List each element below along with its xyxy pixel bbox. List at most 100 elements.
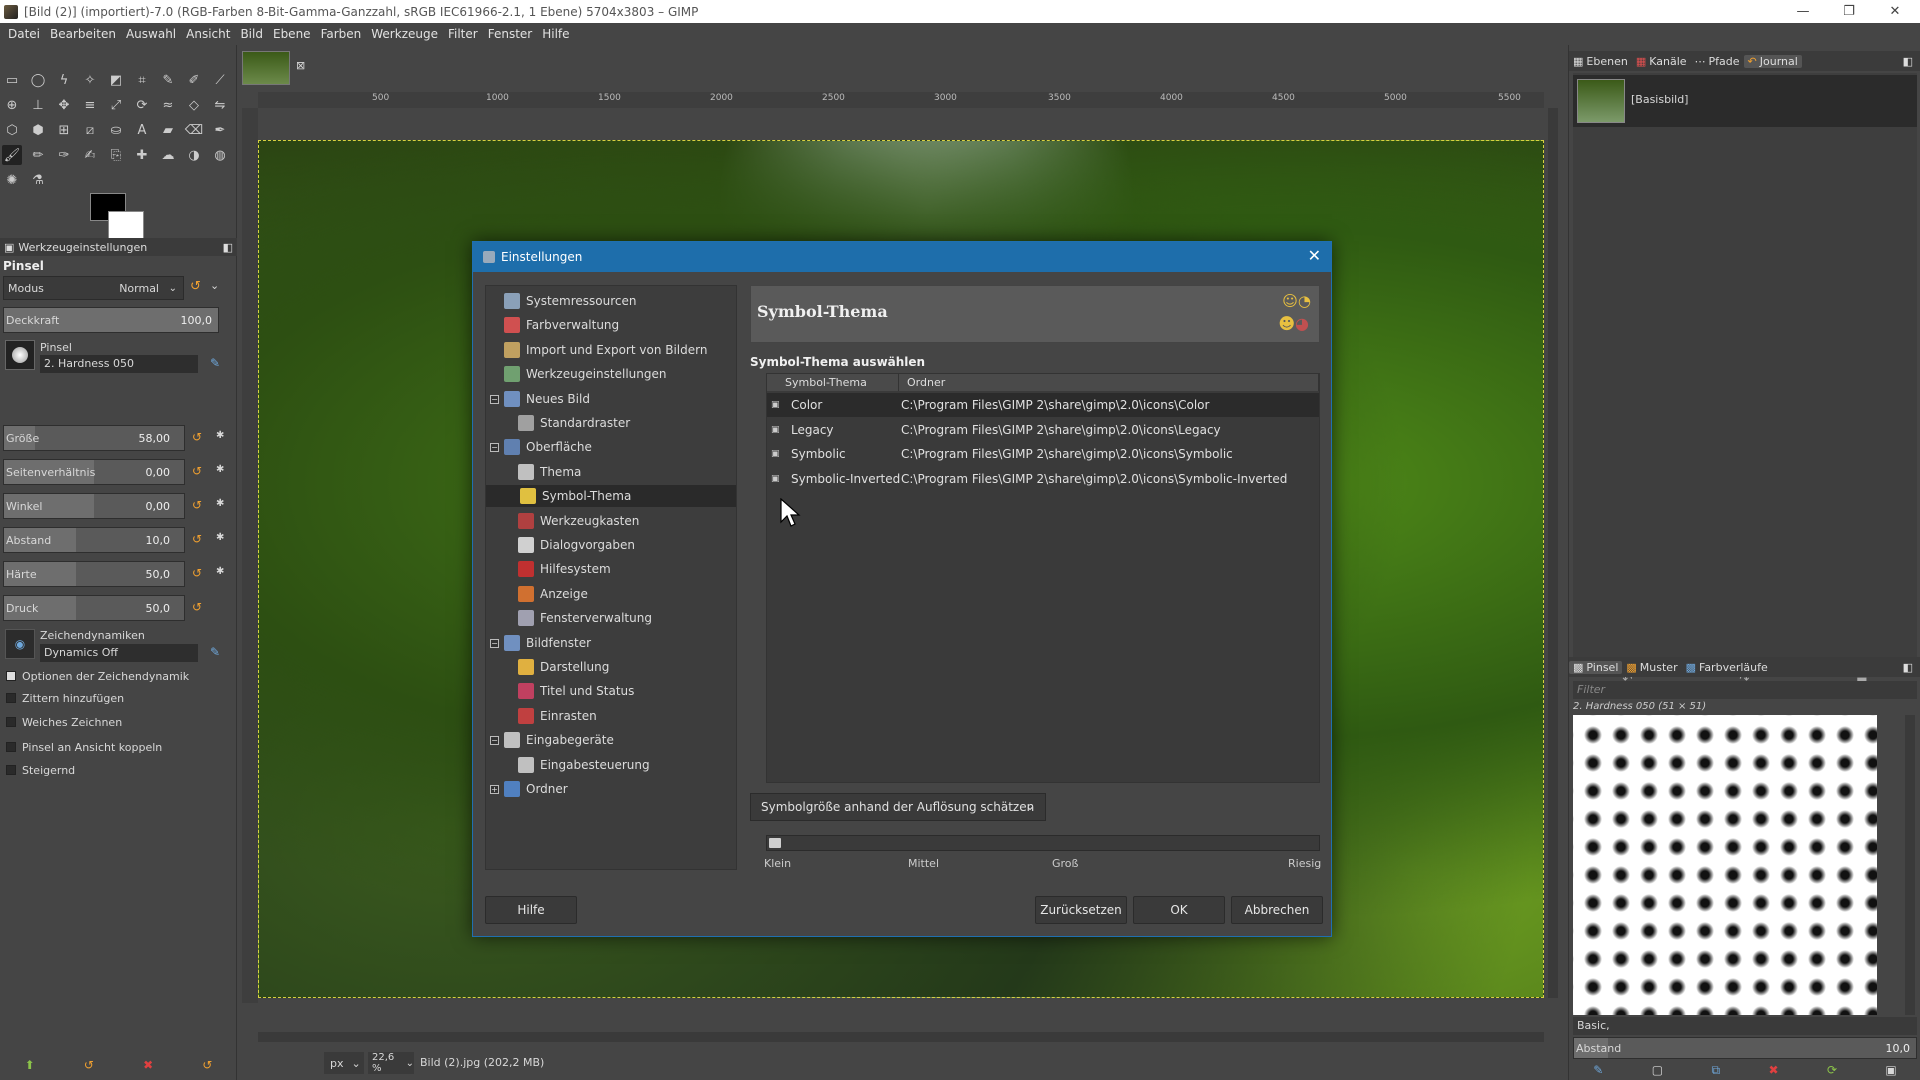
link-spacing-icon[interactable]: ✱ bbox=[216, 532, 224, 543]
brush-grid[interactable] bbox=[1573, 715, 1877, 1015]
dynamics-options-expander[interactable]: Optionen der Zeichendynamik bbox=[6, 667, 206, 685]
reset-pressure-icon[interactable]: ↺ bbox=[192, 600, 202, 614]
tab-gradients[interactable]: ▩ Farbverläufe bbox=[1682, 661, 1772, 674]
duplicate-brush-icon[interactable]: ⧉ bbox=[1711, 1063, 1720, 1078]
transform-icon[interactable]: ⤢ bbox=[106, 95, 126, 115]
menu-select[interactable]: Auswahl bbox=[122, 27, 180, 41]
zoom-icon[interactable]: ⊕ bbox=[2, 95, 22, 115]
tree-item[interactable]: Darstellung bbox=[518, 656, 609, 678]
brush-preset-field[interactable]: Basic, bbox=[1573, 1017, 1917, 1035]
menu-windows[interactable]: Fenster bbox=[484, 27, 537, 41]
theme-row[interactable]: ▣ Symbolic-Inverted C:\Program Files\GIMP … bbox=[767, 467, 1319, 491]
bucket-fill-icon[interactable]: ⛀ bbox=[106, 120, 126, 140]
brush-spacing-slider[interactable]: Abstand 10,0 bbox=[1573, 1037, 1917, 1059]
incremental-checkbox[interactable]: Steigernd bbox=[6, 761, 206, 779]
delete-brush-icon[interactable]: ✖ bbox=[1768, 1063, 1778, 1077]
warp-icon[interactable]: ≈ bbox=[158, 95, 178, 115]
reset-options-icon[interactable]: ↺ bbox=[202, 1058, 212, 1072]
tree-item[interactable]: Anzeige bbox=[518, 583, 588, 605]
rect-select-icon[interactable]: ▭ bbox=[2, 70, 22, 90]
menu-file[interactable]: Datei bbox=[4, 27, 44, 41]
foreground-select-icon[interactable]: ◩ bbox=[106, 70, 126, 90]
panel-menu-icon[interactable]: ◧ bbox=[1899, 55, 1917, 68]
shear-icon[interactable]: ⧄ bbox=[80, 120, 100, 140]
estimate-icon-size-button[interactable]: Symbolgröße anhand der Auflösung schätze… bbox=[750, 793, 1046, 821]
mode-select[interactable]: Modus Normal ⌄ bbox=[3, 276, 184, 300]
reset-spacing-icon[interactable]: ↺ bbox=[192, 532, 202, 546]
mypaint-brush-icon[interactable]: ✍ bbox=[80, 145, 100, 165]
close-window-icon[interactable]: ✕ bbox=[1872, 0, 1918, 23]
menu-colors[interactable]: Farben bbox=[317, 27, 366, 41]
menu-edit[interactable]: Bearbeiten bbox=[46, 27, 120, 41]
horizontal-scrollbar[interactable] bbox=[258, 1032, 1544, 1042]
panel-menu-icon[interactable]: ◧ bbox=[1899, 661, 1917, 674]
smooth-checkbox[interactable]: Weiches Zeichnen bbox=[6, 713, 206, 731]
delete-preset-icon[interactable]: ✖ bbox=[143, 1058, 153, 1072]
perspective-icon[interactable]: ◇ bbox=[184, 95, 204, 115]
tree-item[interactable]: Eingabesteuerung bbox=[518, 754, 650, 776]
jitter-checkbox[interactable]: Zittern hinzufügen bbox=[6, 689, 206, 707]
open-as-image-icon[interactable]: ▣ bbox=[1885, 1063, 1896, 1077]
scale-knob[interactable] bbox=[769, 838, 781, 848]
column-header-folder[interactable]: Ordner bbox=[899, 374, 1319, 391]
eraser-icon[interactable]: ⌫ bbox=[184, 120, 204, 140]
align-layers-icon[interactable]: ≡ bbox=[80, 95, 100, 115]
cancel-button[interactable]: Abbrechen bbox=[1231, 896, 1323, 924]
close-icon[interactable]: ✕ bbox=[1308, 246, 1321, 265]
pressure-slider[interactable]: Druck 50,0 bbox=[3, 595, 185, 621]
tree-item[interactable]: Farbverwaltung bbox=[504, 314, 619, 336]
save-preset-icon[interactable]: ⬆ bbox=[25, 1058, 35, 1072]
pencil-icon[interactable]: ✏ bbox=[28, 145, 48, 165]
theme-row[interactable]: ▣ Legacy C:\Program Files\GIMP 2\share\gim… bbox=[767, 418, 1319, 442]
tree-expander-icon[interactable]: − bbox=[490, 394, 499, 404]
reset-mode-icon[interactable]: ↺ bbox=[190, 279, 201, 294]
tree-item[interactable]: Werkzeugeinstellungen bbox=[504, 363, 666, 385]
seamless-clone-icon[interactable]: ⬢ bbox=[28, 120, 48, 140]
handle-transform-icon[interactable]: ⊞ bbox=[54, 120, 74, 140]
unified-transform-icon[interactable]: ⟳ bbox=[132, 95, 152, 115]
tree-item[interactable]: Ordner bbox=[504, 778, 568, 800]
menu-filters[interactable]: Filter bbox=[444, 27, 482, 41]
color-balance-icon[interactable]: ⚗ bbox=[28, 170, 48, 190]
edit-brush-icon[interactable]: ✎ bbox=[1593, 1063, 1603, 1077]
tree-item[interactable]: Oberfläche bbox=[504, 436, 592, 458]
paintbrush-icon[interactable]: 🖌 bbox=[2, 145, 22, 165]
edit-brush-icon[interactable]: ✎ bbox=[210, 356, 220, 370]
color-swatches[interactable] bbox=[90, 193, 146, 239]
restore-preset-icon[interactable]: ↺ bbox=[84, 1058, 94, 1072]
vertical-scrollbar[interactable] bbox=[1548, 108, 1558, 998]
background-color[interactable] bbox=[108, 211, 144, 239]
reset-button[interactable]: Zurücksetzen bbox=[1035, 896, 1127, 924]
aspect-slider[interactable]: Seitenverhältnis 0,00 bbox=[3, 459, 185, 485]
icon-size-scale[interactable] bbox=[766, 835, 1320, 851]
spacing-slider[interactable]: Abstand 10,0 bbox=[3, 527, 185, 553]
help-button[interactable]: Hilfe bbox=[485, 896, 577, 924]
ellipse-select-icon[interactable]: ◯ bbox=[28, 70, 48, 90]
edit-dynamics-icon[interactable]: ✎ bbox=[210, 645, 220, 659]
menu-layer[interactable]: Ebene bbox=[269, 27, 315, 41]
mode-switch-icon[interactable]: ⌄ bbox=[210, 279, 219, 292]
dynamics-chooser[interactable]: ◉ bbox=[5, 629, 35, 659]
brush-grid-scrollbar[interactable] bbox=[1905, 715, 1915, 1015]
reset-hardness-icon[interactable]: ↺ bbox=[192, 566, 202, 580]
tab-layers[interactable]: ▦ Ebenen bbox=[1569, 55, 1632, 68]
link-angle-icon[interactable]: ✱ bbox=[216, 498, 224, 509]
tree-expander-icon[interactable]: − bbox=[490, 736, 499, 746]
move-icon[interactable]: ✥ bbox=[54, 95, 74, 115]
tree-item[interactable]: Symbol-Thema bbox=[486, 485, 736, 508]
panel-menu-icon[interactable]: ◧ bbox=[223, 241, 233, 254]
tree-expander-icon[interactable]: − bbox=[490, 443, 499, 453]
tree-item[interactable]: Bildfenster bbox=[504, 632, 591, 654]
crop-icon[interactable]: ⌗ bbox=[132, 70, 152, 90]
link-size-icon[interactable]: ✱ bbox=[216, 430, 224, 441]
menu-view[interactable]: Ansicht bbox=[182, 27, 234, 41]
smudge-blob-icon[interactable]: ✺ bbox=[2, 170, 22, 190]
clone-icon[interactable]: ⎘ bbox=[106, 145, 126, 165]
tree-item[interactable]: Titel und Status bbox=[518, 680, 634, 702]
menu-help[interactable]: Hilfe bbox=[538, 27, 573, 41]
flip-icon[interactable]: ⇋ bbox=[210, 95, 230, 115]
text-icon[interactable]: A bbox=[132, 120, 152, 140]
link-aspect-icon[interactable]: ✱ bbox=[216, 464, 224, 475]
restore-icon[interactable]: ❐ bbox=[1826, 0, 1872, 23]
theme-row[interactable]: ▣ Symbolic C:\Program Files\GIMP 2\share\g… bbox=[767, 442, 1319, 466]
